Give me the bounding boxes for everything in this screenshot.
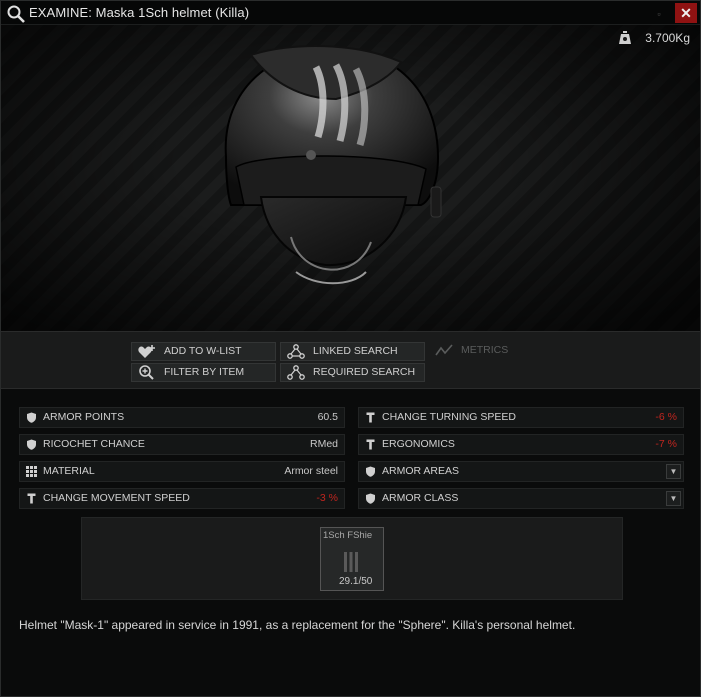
- zoom-in-icon: [139, 365, 154, 380]
- minimize-button[interactable]: ▫: [652, 7, 666, 21]
- person-icon: [366, 412, 375, 423]
- add-to-wishlist-button[interactable]: ADD TO W-LIST: [131, 342, 276, 361]
- filter-by-item-label: FILTER BY ITEM: [164, 366, 245, 378]
- shield-icon: [366, 493, 375, 504]
- stat-change-movement-speed: CHANGE MOVEMENT SPEED -3 %: [19, 488, 345, 509]
- grid-icon: [26, 466, 37, 477]
- required-search-button[interactable]: REQUIRED SEARCH: [280, 363, 425, 382]
- helmet-image: [224, 44, 442, 285]
- metrics-label: METRICS: [461, 344, 509, 356]
- person-icon: [27, 493, 36, 504]
- chevron-down-icon[interactable]: ▼: [666, 491, 681, 506]
- item-weight: 3.700Kg: [645, 31, 690, 45]
- chevron-down-icon[interactable]: ▼: [666, 464, 681, 479]
- item-preview[interactable]: 3.700Kg: [1, 25, 700, 331]
- filter-by-item-button[interactable]: FILTER BY ITEM: [131, 363, 276, 382]
- required-nodes-icon: [287, 365, 305, 380]
- stat-ricochet-chance: RICOCHET CHANCE RMed: [19, 434, 345, 455]
- stat-armor-areas[interactable]: ARMOR AREAS ▼: [358, 461, 684, 482]
- stat-ergonomics: ERGONOMICS -7 %: [358, 434, 684, 455]
- item-description: Helmet "Mask-1" appeared in service in 1…: [19, 618, 576, 632]
- action-bar: ADD TO W-LIST FILTER BY ITEM LINKED SEAR…: [1, 331, 700, 389]
- armor-bars-icon: [344, 552, 358, 572]
- person-icon: [366, 439, 375, 450]
- stat-change-turning-speed: CHANGE TURNING SPEED -6 %: [358, 407, 684, 428]
- metrics-button[interactable]: METRICS: [429, 342, 539, 361]
- required-search-label: REQUIRED SEARCH: [313, 366, 416, 378]
- add-to-wishlist-label: ADD TO W-LIST: [164, 345, 242, 357]
- close-button[interactable]: ✕: [675, 3, 697, 23]
- linked-search-label: LINKED SEARCH: [313, 345, 398, 357]
- title-bar[interactable]: EXAMINE: Maska 1Sch helmet (Killa) ▫ ✕: [1, 1, 700, 25]
- stat-armor-points: ARMOR POINTS 60.5: [19, 407, 345, 428]
- window-title: EXAMINE: Maska 1Sch helmet (Killa): [29, 5, 250, 20]
- weight-icon: [619, 31, 631, 44]
- magnifier-icon: [7, 5, 25, 23]
- linked-nodes-icon: [287, 344, 305, 359]
- shield-icon: [27, 439, 36, 450]
- shield-icon: [27, 412, 36, 423]
- stat-material: MATERIAL Armor steel: [19, 461, 345, 482]
- face-shield-slot[interactable]: 1Sch FShie 29.1/50: [320, 527, 384, 591]
- heart-plus-icon: [138, 345, 155, 358]
- linked-search-button[interactable]: LINKED SEARCH: [280, 342, 425, 361]
- slot-durability: 29.1/50: [339, 576, 373, 587]
- slot-item-name: 1Sch FShie: [323, 530, 373, 541]
- mod-slots-panel: 1Sch FShie 29.1/50: [81, 517, 623, 600]
- chart-line-icon: [435, 344, 453, 356]
- shield-icon: [366, 466, 375, 477]
- stat-armor-class[interactable]: ARMOR CLASS ▼: [358, 488, 684, 509]
- examine-window: EXAMINE: Maska 1Sch helmet (Killa) ▫ ✕ 3…: [0, 0, 701, 697]
